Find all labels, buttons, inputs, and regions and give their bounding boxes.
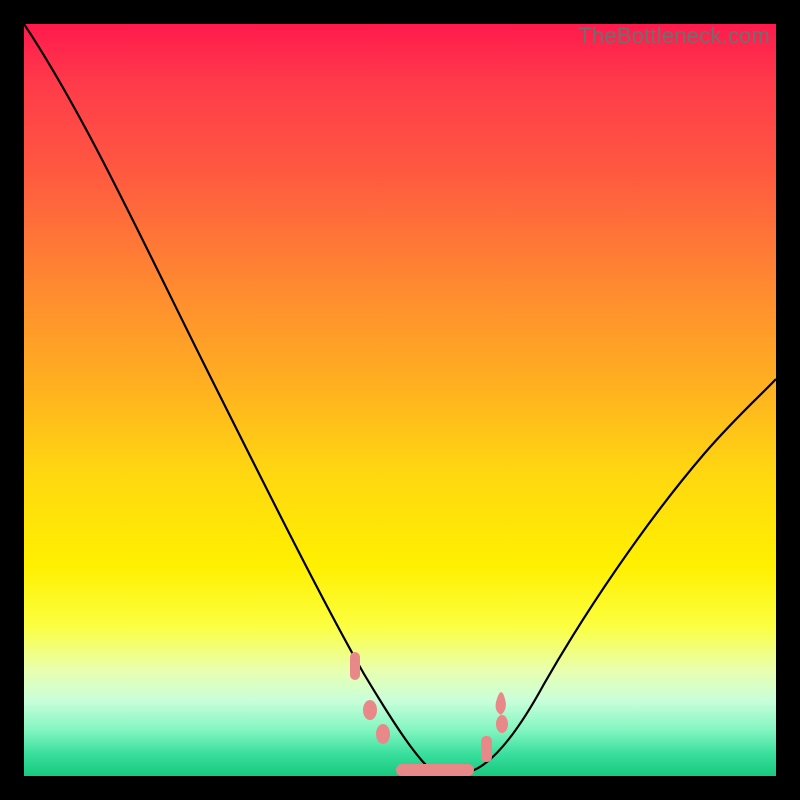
marker-trough [396,764,474,776]
bottleneck-curve [24,24,776,776]
marker-cluster-right [481,692,508,762]
plot-area: TheBottleneck.com [24,24,776,776]
curve-path [24,24,776,774]
marker-cluster-left [350,652,390,744]
chart-frame: TheBottleneck.com [0,0,800,800]
